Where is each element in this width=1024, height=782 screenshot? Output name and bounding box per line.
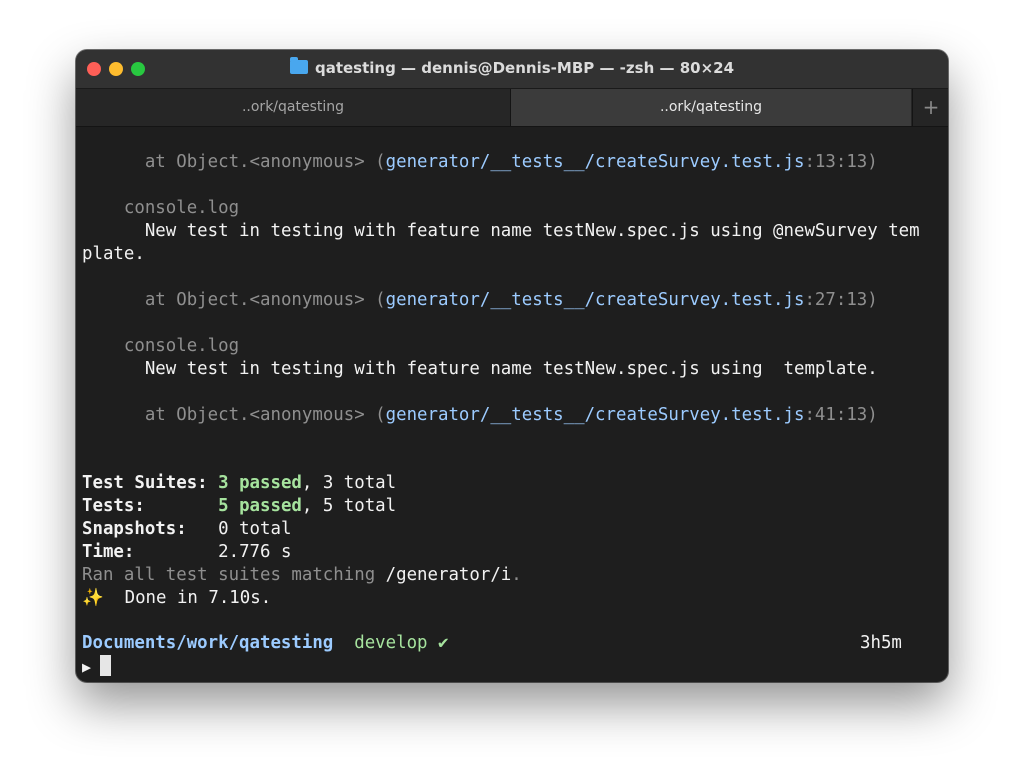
stack-trace-line: at Object.<anonymous> (generator/__tests… (82, 151, 878, 174)
log-message-text: New test in testing with feature name te… (144, 359, 878, 379)
passed-count: 3 passed (218, 473, 302, 493)
console-log-header: console.log (82, 335, 239, 358)
window-title: qatesting — dennis@Dennis-MBP — -zsh — 8… (76, 57, 948, 77)
console-log-label: console.log (123, 198, 240, 218)
summary-label: Tests: (82, 496, 145, 516)
done-line: ✨ Done in 7.10s. (82, 587, 271, 610)
text-cursor (100, 655, 112, 676)
summary-tests: Tests: 5 passed, 5 total (82, 495, 396, 518)
trace-location: :41:13) (804, 405, 878, 425)
trace-location: :13:13) (804, 152, 878, 172)
elapsed-value: 3h5m (860, 633, 902, 653)
sparkles-icon: ✨ (82, 588, 104, 608)
folder-icon (289, 57, 308, 74)
elapsed-time: 3h5m (860, 632, 902, 655)
trace-location: :27:13) (804, 290, 878, 310)
summary-label: Snapshots: (82, 519, 187, 539)
time-value: 2.776 s (218, 542, 292, 562)
stack-trace-line: at Object.<anonymous> (generator/__tests… (82, 289, 878, 312)
prompt-path: Documents/work/qatesting (82, 633, 334, 653)
console-log-message: New test in testing with feature name te… (82, 220, 920, 243)
ran-end: . (511, 565, 522, 585)
ran-pattern: /generator/i (385, 565, 512, 585)
terminal-window: qatesting — dennis@Dennis-MBP — -zsh — 8… (76, 50, 948, 682)
total-count: , 3 total (301, 473, 397, 493)
snapshots-value: 0 total (218, 519, 292, 539)
log-message-text: plate. (82, 244, 145, 264)
ran-all-suites-line: Ran all test suites matching /generator/… (82, 564, 522, 587)
input-line[interactable]: ▶ (82, 655, 112, 678)
prompt-line: Documents/work/qatesting develop ✔ (82, 632, 448, 655)
summary-label: Time: (82, 542, 135, 562)
console-log-message-wrap: plate. (82, 243, 145, 266)
tab-bar: ..ork/qatesting ..ork/qatesting + (76, 89, 948, 127)
trace-prefix: at Object.<anonymous> ( (144, 152, 386, 172)
stack-trace-line: at Object.<anonymous> (generator/__tests… (82, 404, 878, 427)
tab-inactive[interactable]: ..ork/qatesting (76, 89, 511, 126)
summary-time: Time: 2.776 s (82, 541, 291, 564)
passed-count: 5 passed (218, 496, 302, 516)
title-bar[interactable]: qatesting — dennis@Dennis-MBP — -zsh — 8… (76, 50, 948, 89)
trace-path: generator/__tests__/createSurvey.test.js (385, 152, 805, 172)
trace-path: generator/__tests__/createSurvey.test.js (385, 290, 805, 310)
log-message-text: New test in testing with feature name te… (144, 221, 920, 241)
trace-prefix: at Object.<anonymous> ( (144, 405, 386, 425)
console-log-header: console.log (82, 197, 239, 220)
git-branch: develop ✔ (354, 633, 449, 653)
total-count: , 5 total (301, 496, 397, 516)
trace-path: generator/__tests__/createSurvey.test.js (385, 405, 805, 425)
summary-test-suites: Test Suites: 3 passed, 3 total (82, 472, 396, 495)
console-log-label: console.log (123, 336, 240, 356)
ran-text: Ran all test suites matching (82, 565, 386, 585)
console-log-message: New test in testing with feature name te… (82, 358, 878, 381)
tab-active[interactable]: ..ork/qatesting (511, 89, 911, 126)
new-tab-button[interactable]: + (912, 89, 948, 126)
trace-prefix: at Object.<anonymous> ( (144, 290, 386, 310)
window-title-text: qatesting — dennis@Dennis-MBP — -zsh — 8… (314, 59, 735, 77)
prompt-arrow-icon: ▶ (82, 658, 92, 676)
done-text: Done in 7.10s. (124, 588, 272, 608)
summary-label: Test Suites: (82, 473, 208, 493)
terminal-output[interactable]: at Object.<anonymous> (generator/__tests… (82, 151, 946, 682)
summary-snapshots: Snapshots: 0 total (82, 518, 291, 541)
